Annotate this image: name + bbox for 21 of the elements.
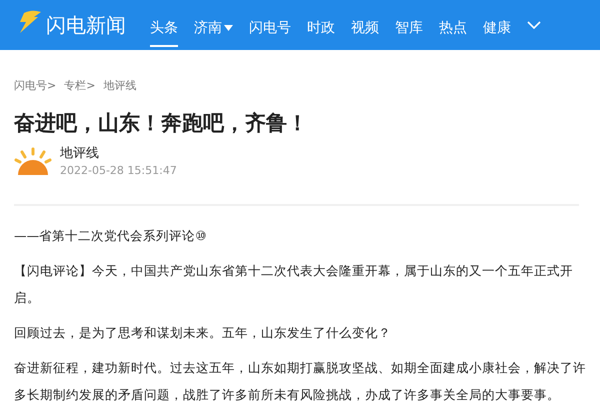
breadcrumb-link[interactable]: 闪电号>: [14, 78, 56, 94]
paragraph: 奋进新征程，建功新时代。过去这五年，山东如期打赢脱攻坚战、如期全面建成小康社会，解决了许多长期制约发展的矛盾问题，战胜了许多前所未有风险挑战，办成了许多事关全局的大事要事。: [14, 358, 587, 404]
author-name[interactable]: 地评线: [60, 144, 177, 164]
article-title: 奋进吧，山东！奔跑吧，齐鲁！: [14, 110, 309, 136]
nav-tab[interactable]: 济南: [194, 10, 233, 46]
author-avatar-icon: [14, 146, 52, 177]
paragraph: ——省第十二次党代会系列评论⑩: [14, 226, 208, 245]
nav-tab[interactable]: 智库: [395, 10, 423, 46]
paragraph: 【闪电评论】今天，中国共产党山东省第十二次代表大会隆重开幕，属于山东的又一个五年正式开启。: [14, 262, 574, 307]
publish-time: 2022-05-28 15:51:47: [60, 163, 177, 180]
logo-text[interactable]: 闪电新闻: [46, 10, 126, 40]
nav-tab[interactable]: 头条: [150, 10, 178, 46]
paragraph: 回顾过去，是为了思考和谋划未来。五年，山东发生了什么变化？: [14, 324, 392, 342]
chevron-down-icon[interactable]: [527, 21, 541, 29]
nav-tab[interactable]: 热点: [439, 10, 467, 46]
nav-tab[interactable]: 视频: [351, 10, 379, 46]
nav-tab[interactable]: 健康: [483, 10, 511, 46]
breadcrumb-link[interactable]: 地评线: [103, 78, 136, 94]
breadcrumb-link[interactable]: 专栏>: [64, 78, 96, 94]
nav-tab[interactable]: 时政: [307, 10, 335, 46]
nav-tab[interactable]: 闪电号: [249, 10, 291, 46]
